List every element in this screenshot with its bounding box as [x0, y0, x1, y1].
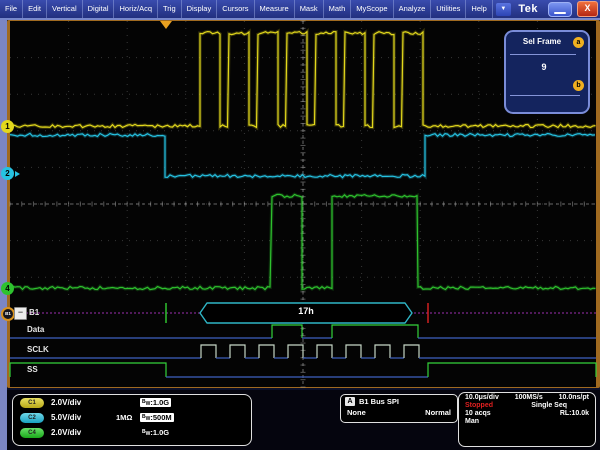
ch4-bandwidth: BW:1.0G	[140, 428, 171, 437]
menu-item-help[interactable]: Help	[466, 0, 492, 18]
menu-items: FileEditVerticalDigitalHoriz/AcqTrigDisp…	[0, 0, 493, 18]
ch2-arrow-icon	[15, 171, 20, 177]
ch1-readout-row[interactable]: C1 2.0V/div BW:1.0G	[13, 395, 251, 410]
ch1-badge: C1	[20, 398, 44, 408]
ch1-position-marker[interactable]: 1	[1, 120, 14, 133]
bus-row-label-data: Data	[27, 325, 44, 334]
ch2-badge: C2	[20, 413, 44, 423]
acquisition-mode: Single Seq	[531, 402, 567, 409]
ch4-position-marker[interactable]: 4	[1, 282, 14, 295]
knob-a-badge[interactable]: a	[573, 37, 584, 48]
bus-position-marker[interactable]: B1	[1, 307, 15, 321]
ch1-scale: 2.0V/div	[51, 398, 103, 407]
knob-b-badge[interactable]: b	[573, 80, 584, 91]
ch2-readout-row[interactable]: C2 5.0V/div 1MΩ BW:500M	[13, 410, 251, 425]
sel-frame-panel: Sel Frame a 9 b	[504, 30, 590, 114]
resolution-readout: 10.0ns/pt	[559, 394, 589, 401]
acquisition-count: 10 acqs	[465, 410, 491, 417]
divider	[510, 95, 580, 96]
readout-bar: C1 2.0V/div BW:1.0G C2 5.0V/div 1MΩ BW:5…	[7, 390, 600, 450]
ch2-impedance: 1MΩ	[116, 413, 132, 422]
menu-item-math[interactable]: Math	[324, 0, 352, 18]
trigger-readout-panel[interactable]: A B1 Bus SPI None Normal	[340, 394, 458, 423]
menu-item-display[interactable]: Display	[182, 0, 218, 18]
tek-logo: Tek	[518, 3, 538, 15]
menu-item-myscope[interactable]: MyScope	[351, 0, 393, 18]
menu-item-measure[interactable]: Measure	[255, 0, 295, 18]
menu-item-utilities[interactable]: Utilities	[431, 0, 466, 18]
trigger-a-badge: A	[345, 397, 355, 406]
menu-item-vertical[interactable]: Vertical	[47, 0, 83, 18]
bus-label[interactable]: B1	[29, 308, 39, 317]
ch2-position-marker[interactable]: 2	[1, 167, 14, 180]
ch2-bandwidth: BW:500M	[140, 413, 174, 422]
menu-item-trig[interactable]: Trig	[158, 0, 182, 18]
menu-bar: FileEditVerticalDigitalHoriz/AcqTrigDisp…	[0, 0, 600, 18]
ch1-bandwidth: BW:1.0G	[140, 398, 171, 407]
bus-decode-value: 17h	[200, 306, 412, 316]
menu-overflow-button[interactable]: ▼	[496, 3, 511, 16]
divider	[510, 54, 576, 55]
sel-frame-value[interactable]: 9	[506, 62, 582, 72]
acquisition-state: Stopped	[465, 402, 493, 409]
menu-item-digital[interactable]: Digital	[83, 0, 115, 18]
ch4-scale: 2.0V/div	[51, 428, 103, 437]
channel-readout-panel[interactable]: C1 2.0V/div BW:1.0G C2 5.0V/div 1MΩ BW:5…	[12, 394, 252, 446]
menu-item-edit[interactable]: Edit	[23, 0, 47, 18]
trigger-mode: Normal	[425, 408, 451, 417]
trigger-slope: None	[347, 408, 366, 417]
menu-item-analyze[interactable]: Analyze	[394, 0, 432, 18]
minimize-button[interactable]	[548, 2, 572, 17]
record-length: RL:10.0k	[560, 410, 589, 417]
bus-row-label-sclk: SCLK	[27, 345, 49, 354]
bus-collapse-button[interactable]: −	[14, 307, 27, 320]
timebase-readout: 10.0μs/div	[465, 394, 499, 401]
trigger-source: B1 Bus SPI	[359, 397, 399, 406]
ch4-readout-row[interactable]: C4 2.0V/div BW:1.0G	[13, 425, 251, 440]
menu-item-cursors[interactable]: Cursors	[217, 0, 254, 18]
manual-indicator: Man	[465, 418, 479, 425]
ch4-badge: C4	[20, 428, 44, 438]
acquisition-readout-panel[interactable]: 10.0μs/div 100MS/s 10.0ns/pt Stopped Sin…	[458, 392, 596, 447]
close-button[interactable]: X	[577, 1, 598, 17]
frame-highlight	[0, 18, 600, 20]
bus-row-label-ss: SS	[27, 365, 38, 374]
menu-item-file[interactable]: File	[0, 0, 23, 18]
menu-item-horizacq[interactable]: Horiz/Acq	[114, 0, 158, 18]
sample-rate-readout: 100MS/s	[515, 394, 543, 401]
ch2-scale: 5.0V/div	[51, 413, 103, 422]
menu-item-mask[interactable]: Mask	[295, 0, 324, 18]
sel-frame-title: Sel Frame	[506, 37, 578, 46]
oscilloscope-screen: FileEditVerticalDigitalHoriz/AcqTrigDisp…	[0, 0, 600, 450]
